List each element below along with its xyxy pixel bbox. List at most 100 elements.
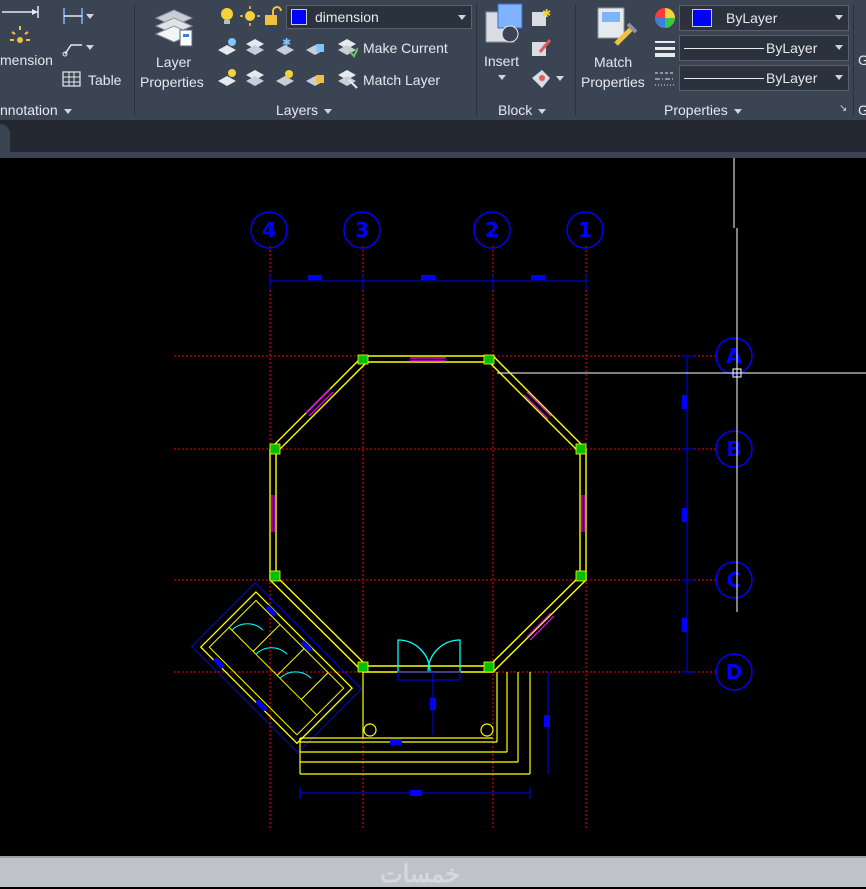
entrance-door (397, 639, 461, 673)
watermark: خمسات (380, 861, 461, 888)
match-layer-button[interactable]: Match Layer (334, 67, 458, 91)
layer-off-icon[interactable] (244, 36, 266, 58)
ribbon: mension Table nnotation Layer Properties… (0, 0, 866, 120)
grid-bubble-label: 2 (485, 218, 499, 242)
layer-freeze-icon[interactable]: ✱ (274, 36, 296, 58)
svg-text:✱: ✱ (542, 7, 551, 20)
match-layer-icon (338, 70, 358, 89)
panel-launcher-icon[interactable]: ↘ (839, 103, 847, 114)
object-color-value: ByLayer (726, 10, 778, 26)
sun-icon[interactable] (240, 6, 260, 26)
linetype-dropdown[interactable]: ByLayer (679, 65, 849, 91)
edit-block-icon[interactable] (530, 36, 552, 58)
dimension-label: mension (0, 52, 53, 68)
leader-button[interactable] (62, 37, 102, 59)
insert-button[interactable]: Insert (480, 2, 526, 82)
create-block-icon[interactable]: ✱ (530, 6, 552, 28)
table-button[interactable]: Table (62, 68, 128, 90)
lineweight-value: ByLayer (766, 40, 818, 56)
annotation-panel-title[interactable]: nnotation (0, 100, 72, 120)
object-color-swatch (692, 9, 712, 27)
linear-dimension-icon (63, 8, 83, 24)
grid-bubble-label: A (726, 344, 742, 368)
layer-lock-icon[interactable] (304, 36, 326, 58)
terrace-steps (299, 672, 531, 775)
layer-walk-icon[interactable] (244, 67, 266, 89)
groups-panel-label: G (858, 52, 866, 68)
lineweight-icon[interactable] (654, 38, 676, 60)
layer-dropdown[interactable]: dimension (286, 5, 472, 29)
make-current-icon (338, 39, 358, 58)
status-bar: خمسات (0, 856, 866, 888)
current-layer-name: dimension (315, 9, 379, 25)
chevron-down-icon (733, 108, 742, 114)
layer-isolate-icon[interactable] (216, 36, 238, 58)
dimension-button[interactable]: mension (0, 0, 58, 72)
bathroom-wing (190, 582, 363, 754)
drawing-canvas[interactable]: 4 3 2 1 A B C D (0, 158, 866, 856)
make-current-label: Make Current (363, 40, 448, 56)
grid-bubble-label: 4 (262, 218, 276, 242)
linear-dimension-button[interactable] (62, 6, 102, 28)
grid-bubbles-right (715, 337, 753, 691)
layer-thaw-icon[interactable] (274, 67, 296, 89)
properties-panel-title[interactable]: Properties (664, 100, 742, 120)
linetype-icon[interactable] (654, 68, 676, 90)
grid-bubble-label: 3 (355, 218, 369, 242)
lineweight-sample-line (684, 48, 764, 49)
insert-block-icon (485, 3, 523, 43)
layer-unlock-icon[interactable] (304, 67, 326, 89)
lightbulb-icon[interactable] (218, 6, 236, 26)
color-wheel-icon[interactable] (654, 7, 676, 29)
layer-tools-row-1: ✱ (214, 36, 334, 60)
svg-text:✱: ✱ (282, 36, 291, 49)
groups-panel-title: G (858, 102, 866, 118)
insert-label: Insert (484, 53, 520, 69)
crosshair-cursor (497, 158, 866, 612)
layer-state-icons (216, 6, 290, 28)
layers-panel-title[interactable]: Layers (276, 100, 333, 120)
layer-color-swatch (291, 9, 307, 25)
grid-bubbles-top (250, 211, 604, 249)
layer-tools-row-2 (214, 67, 334, 91)
layer-properties-button[interactable]: Layer Properties (138, 2, 210, 94)
lineweight-dropdown[interactable]: ByLayer (679, 35, 849, 61)
chevron-down-icon (498, 75, 506, 80)
make-current-button[interactable]: Make Current (334, 36, 458, 60)
unlock-icon[interactable] (264, 6, 282, 26)
panel-divider (476, 4, 477, 116)
drawing-svg: 4 3 2 1 A B C D (174, 158, 866, 830)
layer-properties-label: Properties (140, 74, 204, 90)
chevron-down-icon (63, 108, 72, 114)
grid-bubble-label: D (726, 660, 743, 684)
chevron-down-icon (458, 15, 466, 20)
chevron-down-icon (86, 14, 94, 19)
dimension-text-marks (308, 275, 545, 280)
table-icon (62, 71, 81, 87)
match-properties-icon (597, 7, 638, 46)
block-tools: ✱ (528, 6, 568, 94)
dimension-icon (2, 6, 39, 43)
linetype-sample-line (684, 78, 764, 79)
block-panel-title[interactable]: Block (498, 100, 547, 120)
chevron-down-icon (835, 45, 843, 50)
file-tab-bar (0, 120, 866, 158)
panel-divider (853, 4, 854, 116)
panel-divider (575, 4, 576, 116)
grid-bubble-label: B (726, 437, 741, 461)
panel-divider (134, 4, 135, 116)
grid-bubble-label: C (727, 568, 742, 592)
leader-icon (62, 44, 82, 57)
chevron-down-icon (86, 45, 94, 50)
chevron-down-icon (538, 108, 547, 114)
layer-properties-icon (154, 9, 194, 47)
chevron-down-icon (835, 75, 843, 80)
object-color-dropdown[interactable]: ByLayer (679, 5, 849, 31)
file-tab[interactable] (0, 124, 10, 152)
chevron-down-icon (324, 108, 333, 114)
match-properties-button[interactable]: Match Properties (580, 2, 652, 94)
block-attributes-icon[interactable] (530, 68, 552, 90)
chevron-down-icon[interactable] (556, 76, 564, 81)
table-label: Table (88, 72, 122, 88)
layer-unisolate-icon[interactable] (216, 67, 238, 89)
